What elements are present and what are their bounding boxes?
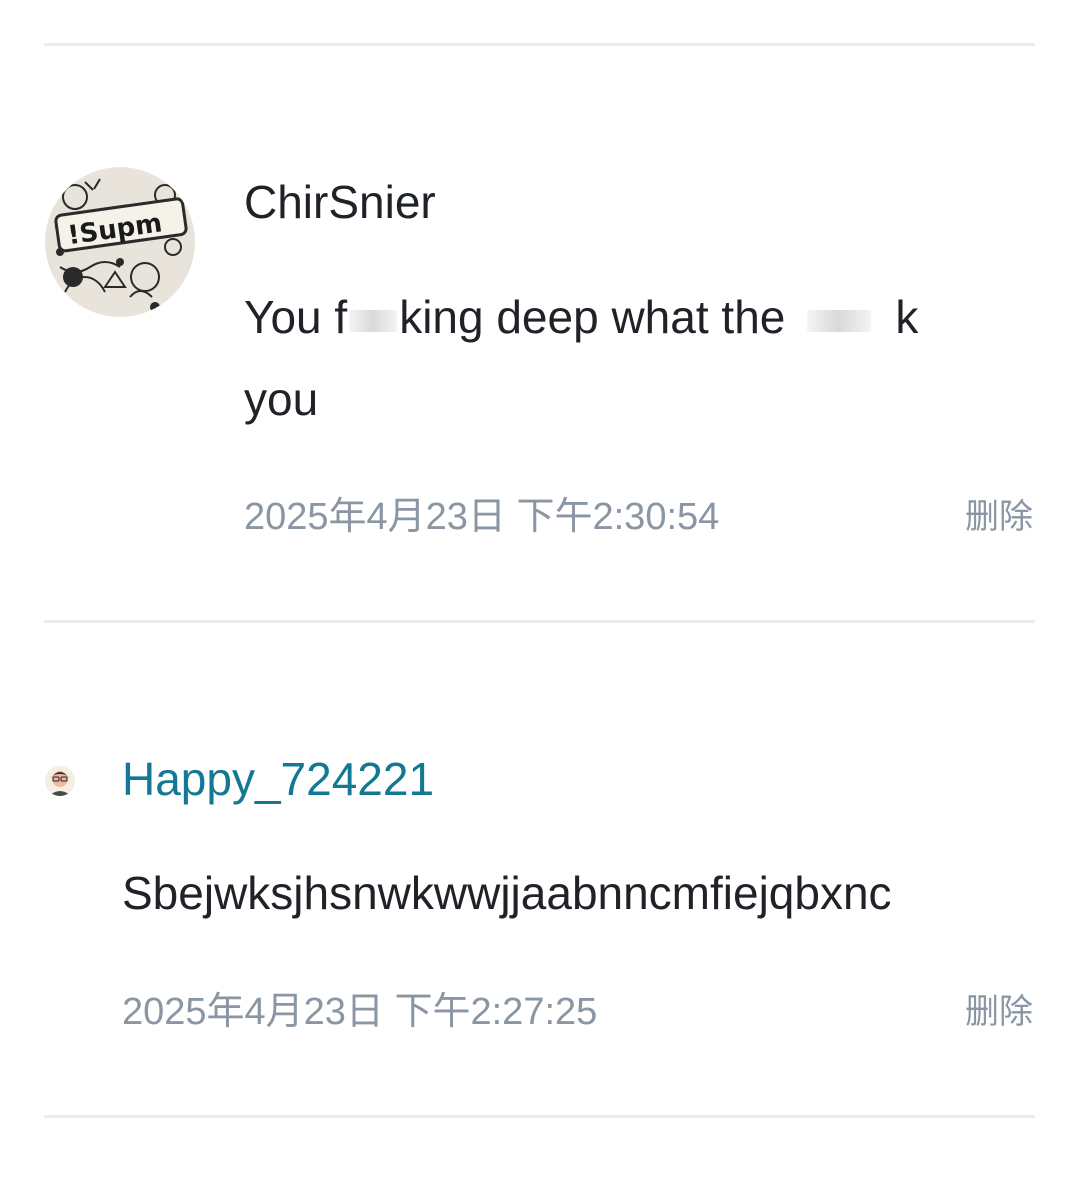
divider (44, 1115, 1035, 1118)
person-avatar-icon (45, 766, 75, 796)
comment-list: !Supm ChirSnier You f king deep what the k… (0, 0, 1079, 1177)
comment-text: You f king deep what the k you (244, 276, 1034, 440)
censor-blur (349, 309, 398, 332)
comment-text-segment: king deep what the (399, 291, 786, 343)
comment-text-segment: k (895, 291, 919, 343)
user-avatar[interactable] (45, 766, 75, 796)
comment-timestamp: 2025年4月23日 下午2:27:25 (122, 991, 598, 1033)
delete-button[interactable]: 删除 (965, 494, 1033, 540)
divider (44, 43, 1035, 46)
comment-text-segment: you (244, 373, 319, 425)
doodle-sticker-avatar-icon: !Supm (45, 167, 195, 317)
censor-blur (807, 309, 872, 332)
divider (44, 620, 1035, 623)
comment-username[interactable]: Happy_724221 (122, 751, 434, 807)
comment-text: Sbejwksjhsnwkwwjjaabnncmfiejqbxnc (122, 867, 892, 919)
comment-text-segment: You f (244, 291, 348, 343)
delete-button[interactable]: 删除 (965, 989, 1033, 1035)
user-avatar[interactable]: !Supm (45, 167, 195, 317)
comment-timestamp: 2025年4月23日 下午2:30:54 (244, 496, 720, 538)
comment-username[interactable]: ChirSnier (244, 174, 436, 230)
